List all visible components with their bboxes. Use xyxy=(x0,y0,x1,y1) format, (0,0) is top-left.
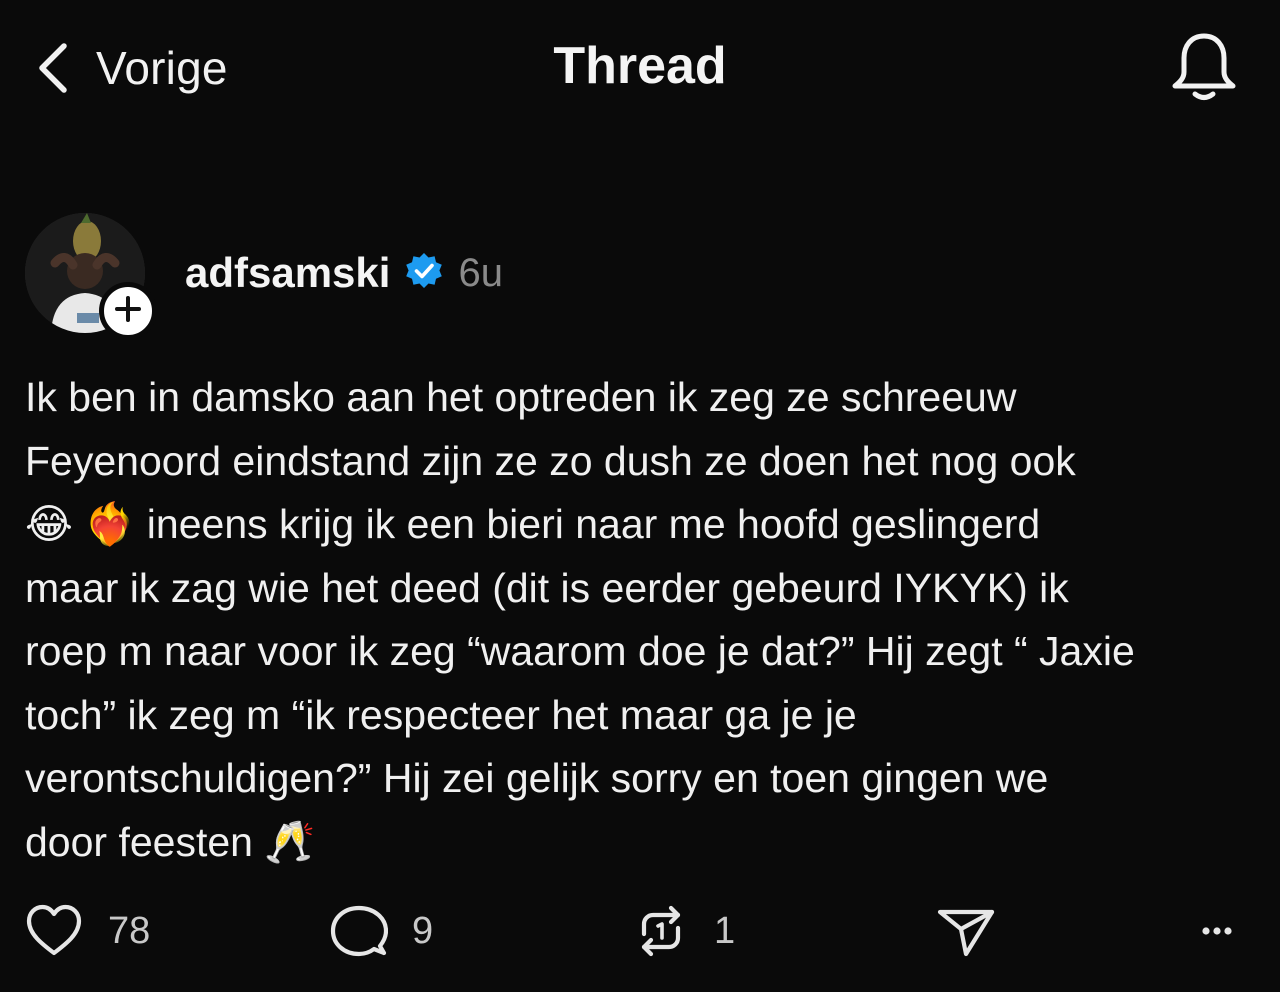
post-text-line: verontschuldigen?” Hij zei gelijk sorry … xyxy=(25,755,1049,801)
repost-icon xyxy=(632,902,690,960)
notifications-button[interactable] xyxy=(1166,28,1242,104)
more-icon xyxy=(1190,927,1246,953)
champagne-emoji-icon: 🥂 xyxy=(264,818,316,865)
post-text-line: toch” ik zeg m “ik respecteer het maar g… xyxy=(25,691,857,738)
post-text-line: maar ik zag wie het deed (dit is eerder … xyxy=(25,564,1069,611)
author-line: adfsamski 6u xyxy=(185,245,503,301)
repost-button[interactable]: 1 xyxy=(632,895,735,967)
post-text-fragment: door feesten xyxy=(25,818,253,865)
reply-button[interactable]: 9 xyxy=(330,895,433,967)
post-text-line: Ik ben in damsko aan het optreden ik zeg… xyxy=(25,374,1017,420)
heart-icon xyxy=(24,903,84,959)
reply-count: 9 xyxy=(412,909,434,952)
send-icon xyxy=(936,902,996,960)
share-button[interactable] xyxy=(936,895,996,967)
repost-count: 1 xyxy=(714,909,736,952)
post-header: adfsamski 6u xyxy=(0,205,1280,345)
bell-icon xyxy=(1166,33,1242,108)
page-title: Thread xyxy=(553,37,727,95)
laughing-emoji-icon: 😂 xyxy=(25,501,73,547)
comment-icon xyxy=(330,902,388,960)
post-text: Ik ben in damsko aan het optreden ik zeg… xyxy=(25,366,1265,874)
like-count: 78 xyxy=(108,909,151,952)
post-text-line: roep m naar voor ik zeg “waarom doe je d… xyxy=(25,628,1135,674)
follow-button[interactable] xyxy=(99,282,157,340)
top-bar: Vorige Thread xyxy=(0,0,1280,140)
post-text-line: Feyenoord eindstand zijn ze zo dush ze d… xyxy=(25,437,1076,484)
timestamp: 6u xyxy=(458,250,503,295)
more-options-button[interactable] xyxy=(1190,913,1246,949)
post-text-fragment: ineens krijg ik een bieri naar me hoofd … xyxy=(146,501,1041,547)
username[interactable]: adfsamski xyxy=(185,249,390,297)
post-text-line: 😂 ❤️‍🔥 ineens krijg ik een bieri naar me… xyxy=(25,493,1265,557)
post-text-line: door feesten 🥂 xyxy=(25,811,1265,875)
verified-badge-icon xyxy=(404,251,444,296)
plus-icon xyxy=(114,295,142,328)
action-bar: 78 9 1 xyxy=(0,895,1280,975)
like-button[interactable]: 78 xyxy=(24,895,150,967)
heart-on-fire-emoji-icon: ❤️‍🔥 xyxy=(84,501,136,547)
